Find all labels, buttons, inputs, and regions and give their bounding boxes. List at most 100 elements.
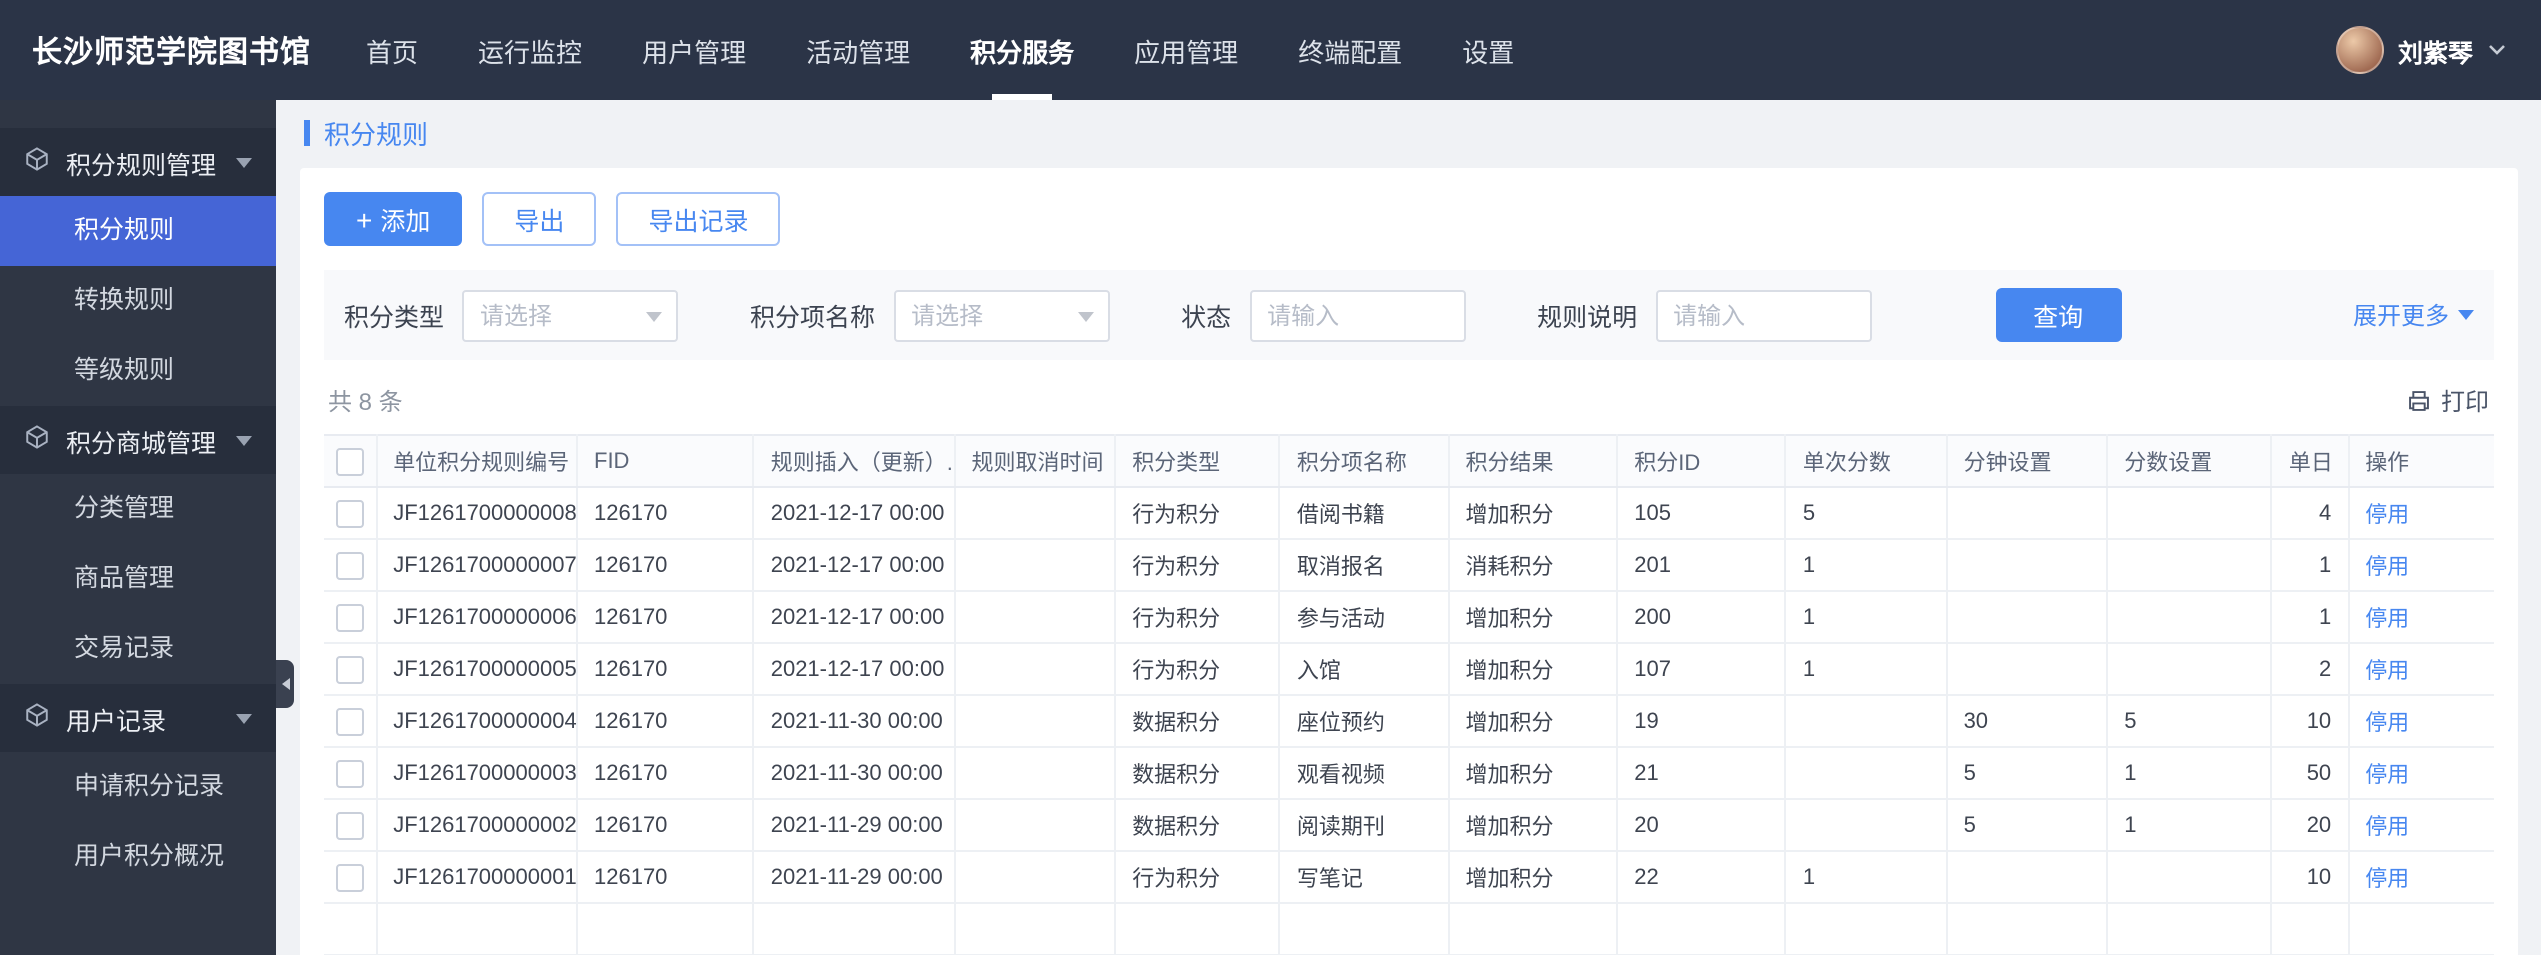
table-cell: 增加积分 <box>1448 487 1619 540</box>
table-cell: 数据积分 <box>1115 695 1281 748</box>
disable-link[interactable]: 停用 <box>2365 503 2409 527</box>
column-header: 积分项名称 <box>1279 434 1450 488</box>
export-records-button[interactable]: 导出记录 <box>616 192 781 246</box>
point-item-select[interactable]: 请选择 <box>893 289 1110 341</box>
export-button[interactable]: 导出 <box>482 192 597 246</box>
table-cell: 2021-11-29 00:00 <box>753 851 956 904</box>
empty-cell <box>1617 903 1787 955</box>
row-checkbox[interactable] <box>335 655 364 683</box>
nav-item-app-management[interactable]: 应用管理 <box>1104 0 1268 100</box>
row-checkbox[interactable] <box>335 707 364 735</box>
table-cell <box>1946 539 2109 592</box>
table-cell: 增加积分 <box>1448 643 1619 696</box>
table-cell: 行为积分 <box>1115 591 1281 644</box>
total-count: 共 8 条 <box>328 388 403 416</box>
user-menu[interactable]: 刘紫琴 <box>2335 0 2541 100</box>
rule-desc-filter: 规则说明 <box>1537 289 1872 341</box>
nav-item-home[interactable]: 首页 <box>336 0 448 100</box>
print-button[interactable]: 打印 <box>2407 384 2489 418</box>
empty-cell <box>1448 903 1619 955</box>
expand-more-link[interactable]: 展开更多 <box>2353 298 2473 332</box>
table-cell <box>954 799 1117 852</box>
table-cell: 行为积分 <box>1115 851 1281 904</box>
nav-item-terminal-config[interactable]: 终端配置 <box>1268 0 1432 100</box>
row-select-cell <box>324 643 378 696</box>
nav-item-monitoring[interactable]: 运行监控 <box>448 0 612 100</box>
table-row: JF1261700000006 126170 2021-12-17 00:00 行为积… <box>324 591 2493 644</box>
search-button[interactable]: 查询 <box>1995 288 2122 342</box>
table-cell: 阅读期刊 <box>1279 799 1450 852</box>
sidebar-item-points-application-records[interactable]: 申请积分记录 <box>0 752 276 822</box>
disable-link[interactable]: 停用 <box>2365 555 2409 579</box>
empty-cell <box>2271 903 2350 955</box>
print-label: 打印 <box>2440 388 2489 416</box>
table-cell <box>1946 591 2109 644</box>
table-cell <box>2107 851 2273 904</box>
row-checkbox[interactable] <box>335 551 364 579</box>
table-cell: 126170 <box>577 487 755 540</box>
table-cell: JF1261700000003 <box>376 747 579 800</box>
rule-desc-input[interactable] <box>1655 289 1872 341</box>
disable-link[interactable]: 停用 <box>2365 711 2409 735</box>
main-content: 积分规则 + 添加 导出 导出记录 积分类型 请选择 积分项名称 请选择 状态 … <box>276 100 2541 955</box>
column-header: 单日 <box>2271 434 2350 488</box>
status-input[interactable] <box>1249 289 1466 341</box>
table-cell: 数据积分 <box>1115 747 1281 800</box>
disable-link[interactable]: 停用 <box>2365 659 2409 683</box>
chevron-down-icon <box>236 157 252 167</box>
row-checkbox[interactable] <box>335 499 364 527</box>
table-cell: 5 <box>1785 487 1948 540</box>
row-checkbox[interactable] <box>335 863 364 891</box>
nav-item-settings[interactable]: 设置 <box>1432 0 1544 100</box>
sidebar-item-category-management[interactable]: 分类管理 <box>0 474 276 544</box>
row-checkbox[interactable] <box>335 759 364 787</box>
empty-cell <box>324 903 378 955</box>
add-button[interactable]: + 添加 <box>324 192 463 246</box>
row-checkbox[interactable] <box>335 603 364 631</box>
table-cell: 行为积分 <box>1115 539 1281 592</box>
disable-link[interactable]: 停用 <box>2365 763 2409 787</box>
sidebar-item-transaction-records[interactable]: 交易记录 <box>0 614 276 684</box>
column-header: 操作 <box>2348 434 2493 488</box>
point-type-select[interactable]: 请选择 <box>462 289 679 341</box>
table-cell: 借阅书籍 <box>1279 487 1450 540</box>
table-cell <box>1785 799 1948 852</box>
table-cell <box>954 747 1117 800</box>
empty-cell <box>577 903 755 955</box>
table-cell: 取消报名 <box>1279 539 1450 592</box>
table-cell: 2 <box>2271 643 2350 696</box>
sidebar-item-product-management[interactable]: 商品管理 <box>0 544 276 614</box>
sidebar-item-points-rules[interactable]: 积分规则 <box>0 196 276 266</box>
action-cell: 停用 <box>2348 695 2493 748</box>
nav-item-activity-management[interactable]: 活动管理 <box>776 0 940 100</box>
table-cell: 126170 <box>577 799 755 852</box>
empty-cell <box>954 903 1117 955</box>
column-header: 分数设置 <box>2107 434 2273 488</box>
table-cell <box>2107 539 2273 592</box>
sidebar-group-user-records[interactable]: 用户记录 <box>0 684 276 752</box>
disable-link[interactable]: 停用 <box>2365 815 2409 839</box>
table-cell: 1 <box>1785 591 1948 644</box>
disable-link[interactable]: 停用 <box>2365 867 2409 891</box>
sidebar-group-points-mall-management[interactable]: 积分商城管理 <box>0 406 276 474</box>
sidebar-item-level-rules[interactable]: 等级规则 <box>0 336 276 406</box>
table-cell <box>1946 851 2109 904</box>
content-card: + 添加 导出 导出记录 积分类型 请选择 积分项名称 请选择 状态 请输入 规… <box>300 168 2517 955</box>
table-cell <box>1946 643 2109 696</box>
select-all-checkbox[interactable] <box>335 447 364 475</box>
disable-link[interactable]: 停用 <box>2365 607 2409 631</box>
sidebar-group-points-rule-management[interactable]: 积分规则管理 <box>0 128 276 196</box>
nav-item-user-management[interactable]: 用户管理 <box>612 0 776 100</box>
nav-item-points-service[interactable]: 积分服务 <box>940 0 1104 100</box>
sidebar-item-user-points-overview[interactable]: 用户积分概况 <box>0 822 276 892</box>
table-cell: 1 <box>2107 747 2273 800</box>
column-header: 积分类型 <box>1115 434 1281 488</box>
row-checkbox[interactable] <box>335 811 364 839</box>
chevron-down-icon <box>1077 311 1094 321</box>
title-accent-bar <box>304 119 310 145</box>
table-cell: 201 <box>1617 539 1787 592</box>
action-cell: 停用 <box>2348 851 2493 904</box>
empty-cell <box>1279 903 1450 955</box>
sidebar-item-conversion-rules[interactable]: 转换规则 <box>0 266 276 336</box>
table-cell: 1 <box>1785 539 1948 592</box>
